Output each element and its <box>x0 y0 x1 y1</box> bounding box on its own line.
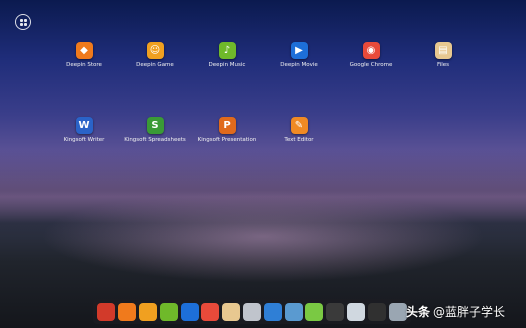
spreadsheets-icon: S <box>146 117 164 134</box>
store-icon: ◆ <box>75 42 93 59</box>
app-kingsoft-presentation[interactable]: P Kingsoft Presentation <box>192 117 262 144</box>
dock-store-icon[interactable] <box>118 302 137 321</box>
app-deepin-movie[interactable]: ▶ Deepin Movie <box>264 42 334 69</box>
launcher-mode-toggle-button[interactable] <box>15 14 31 30</box>
dock-terminal-icon[interactable] <box>305 302 324 321</box>
dock-movie-icon[interactable] <box>180 302 199 321</box>
dock-settings-icon[interactable] <box>242 302 261 321</box>
app-google-chrome[interactable]: ◉ Google Chrome <box>336 42 406 69</box>
music-icon: ♪ <box>218 42 236 59</box>
app-label: Deepin Game <box>136 62 174 68</box>
dock-rocket-launcher-icon[interactable] <box>97 302 116 321</box>
files-icon: ▤ <box>434 42 452 59</box>
watermark: 头条 @蓝胖子学长 <box>406 300 505 322</box>
app-label: Text Editor <box>284 137 314 143</box>
chrome-icon: ◉ <box>362 42 380 59</box>
app-label: Kingsoft Presentation <box>197 137 257 143</box>
movie-icon: ▶ <box>290 42 308 59</box>
app-kingsoft-spreadsheets[interactable]: S Kingsoft Spreadsheets <box>120 117 190 144</box>
text-editor-icon: ✎ <box>290 117 308 134</box>
horizon-haze <box>0 150 526 240</box>
app-label: Kingsoft Writer <box>63 137 105 143</box>
app-label: Google Chrome <box>349 62 393 68</box>
dock-files-icon[interactable] <box>222 302 241 321</box>
grid-icon <box>19 18 27 26</box>
watermark-source: 头条 <box>406 304 431 319</box>
app-deepin-store[interactable]: ◆ Deepin Store <box>49 42 119 69</box>
app-label: Deepin Store <box>66 62 102 68</box>
dock-screenshot-icon[interactable] <box>367 302 386 321</box>
presentation-icon: P <box>218 117 236 134</box>
watermark-author: @蓝胖子学长 <box>433 304 506 319</box>
app-kingsoft-writer[interactable]: W Kingsoft Writer <box>49 117 119 144</box>
dock-disk-icon[interactable] <box>284 302 303 321</box>
app-deepin-music[interactable]: ♪ Deepin Music <box>192 42 262 69</box>
app-label: Deepin Movie <box>280 62 318 68</box>
dock-trash-icon[interactable] <box>388 302 407 321</box>
dock-network-icon[interactable] <box>263 302 282 321</box>
app-label: Kingsoft Spreadsheets <box>124 137 186 143</box>
dock-camera-icon[interactable] <box>326 302 345 321</box>
app-label: Files <box>436 62 450 68</box>
dock-document-icon[interactable] <box>346 302 365 321</box>
dock-chrome-icon[interactable] <box>201 302 220 321</box>
dock-game-icon[interactable] <box>138 302 157 321</box>
app-deepin-game[interactable]: ☺ Deepin Game <box>120 42 190 69</box>
app-files[interactable]: ▤ Files <box>408 42 478 69</box>
game-icon: ☺ <box>146 42 164 59</box>
app-text-editor[interactable]: ✎ Text Editor <box>264 117 334 144</box>
writer-icon: W <box>75 117 93 134</box>
dock-music-icon[interactable] <box>159 302 178 321</box>
app-label: Deepin Music <box>208 62 246 68</box>
dock <box>93 299 411 324</box>
